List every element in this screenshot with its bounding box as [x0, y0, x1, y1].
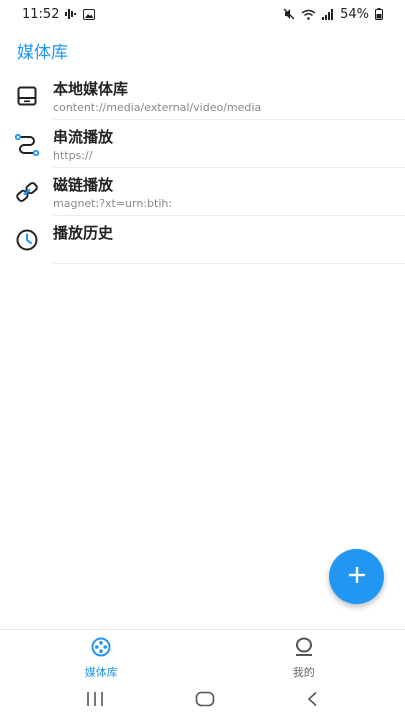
list-item-title: 本地媒体库 [53, 80, 129, 98]
nav-label: 我的 [292, 666, 315, 679]
profile-icon [293, 637, 315, 661]
list-item-local-library[interactable]: 本地媒体库 content://media/external/video/med… [0, 72, 405, 120]
list-item-title: 播放历史 [53, 224, 114, 242]
gallery-icon [83, 8, 96, 20]
add-button[interactable] [329, 549, 384, 604]
list-item-title: 磁链播放 [53, 176, 114, 194]
mute-icon [283, 8, 295, 20]
battery-icon [375, 8, 383, 20]
stream-icon [14, 132, 40, 157]
page-title: 媒体库 [17, 43, 68, 63]
bottom-nav: 媒体库 我的 [0, 629, 405, 682]
list-item-streaming[interactable]: 串流播放 https:// [0, 120, 405, 168]
nav-label: 媒体库 [84, 666, 118, 679]
wifi-icon [301, 9, 316, 20]
list-item-magnet[interactable]: 磁链播放 magnet:?xt=urn:btih: [0, 168, 405, 216]
list-item-subtitle: content://media/external/video/media [53, 101, 262, 114]
status-bar: 11:52 54% [0, 0, 405, 28]
back-icon[interactable] [306, 691, 320, 711]
recents-icon[interactable] [86, 691, 104, 711]
battery-percent: 54% [340, 6, 369, 22]
plus-icon [347, 565, 367, 589]
status-time: 11:52 [22, 6, 60, 22]
film-reel-icon [90, 637, 112, 661]
home-icon[interactable] [195, 691, 215, 711]
storage-icon [15, 84, 39, 108]
signal-icon [322, 8, 334, 20]
nav-item-profile[interactable]: 我的 [203, 630, 405, 682]
voice-icon [65, 9, 77, 19]
list-item-subtitle: https:// [53, 149, 93, 162]
history-icon [15, 228, 39, 252]
divider [53, 263, 405, 264]
magnet-link-icon [15, 180, 39, 204]
nav-item-library[interactable]: 媒体库 [0, 630, 203, 682]
system-nav-bar [0, 681, 405, 720]
list-item-subtitle: magnet:?xt=urn:btih: [53, 197, 173, 210]
list-item-title: 串流播放 [53, 128, 114, 146]
list-item-history[interactable]: 播放历史 [0, 216, 405, 264]
media-source-list: 本地媒体库 content://media/external/video/med… [0, 72, 405, 264]
